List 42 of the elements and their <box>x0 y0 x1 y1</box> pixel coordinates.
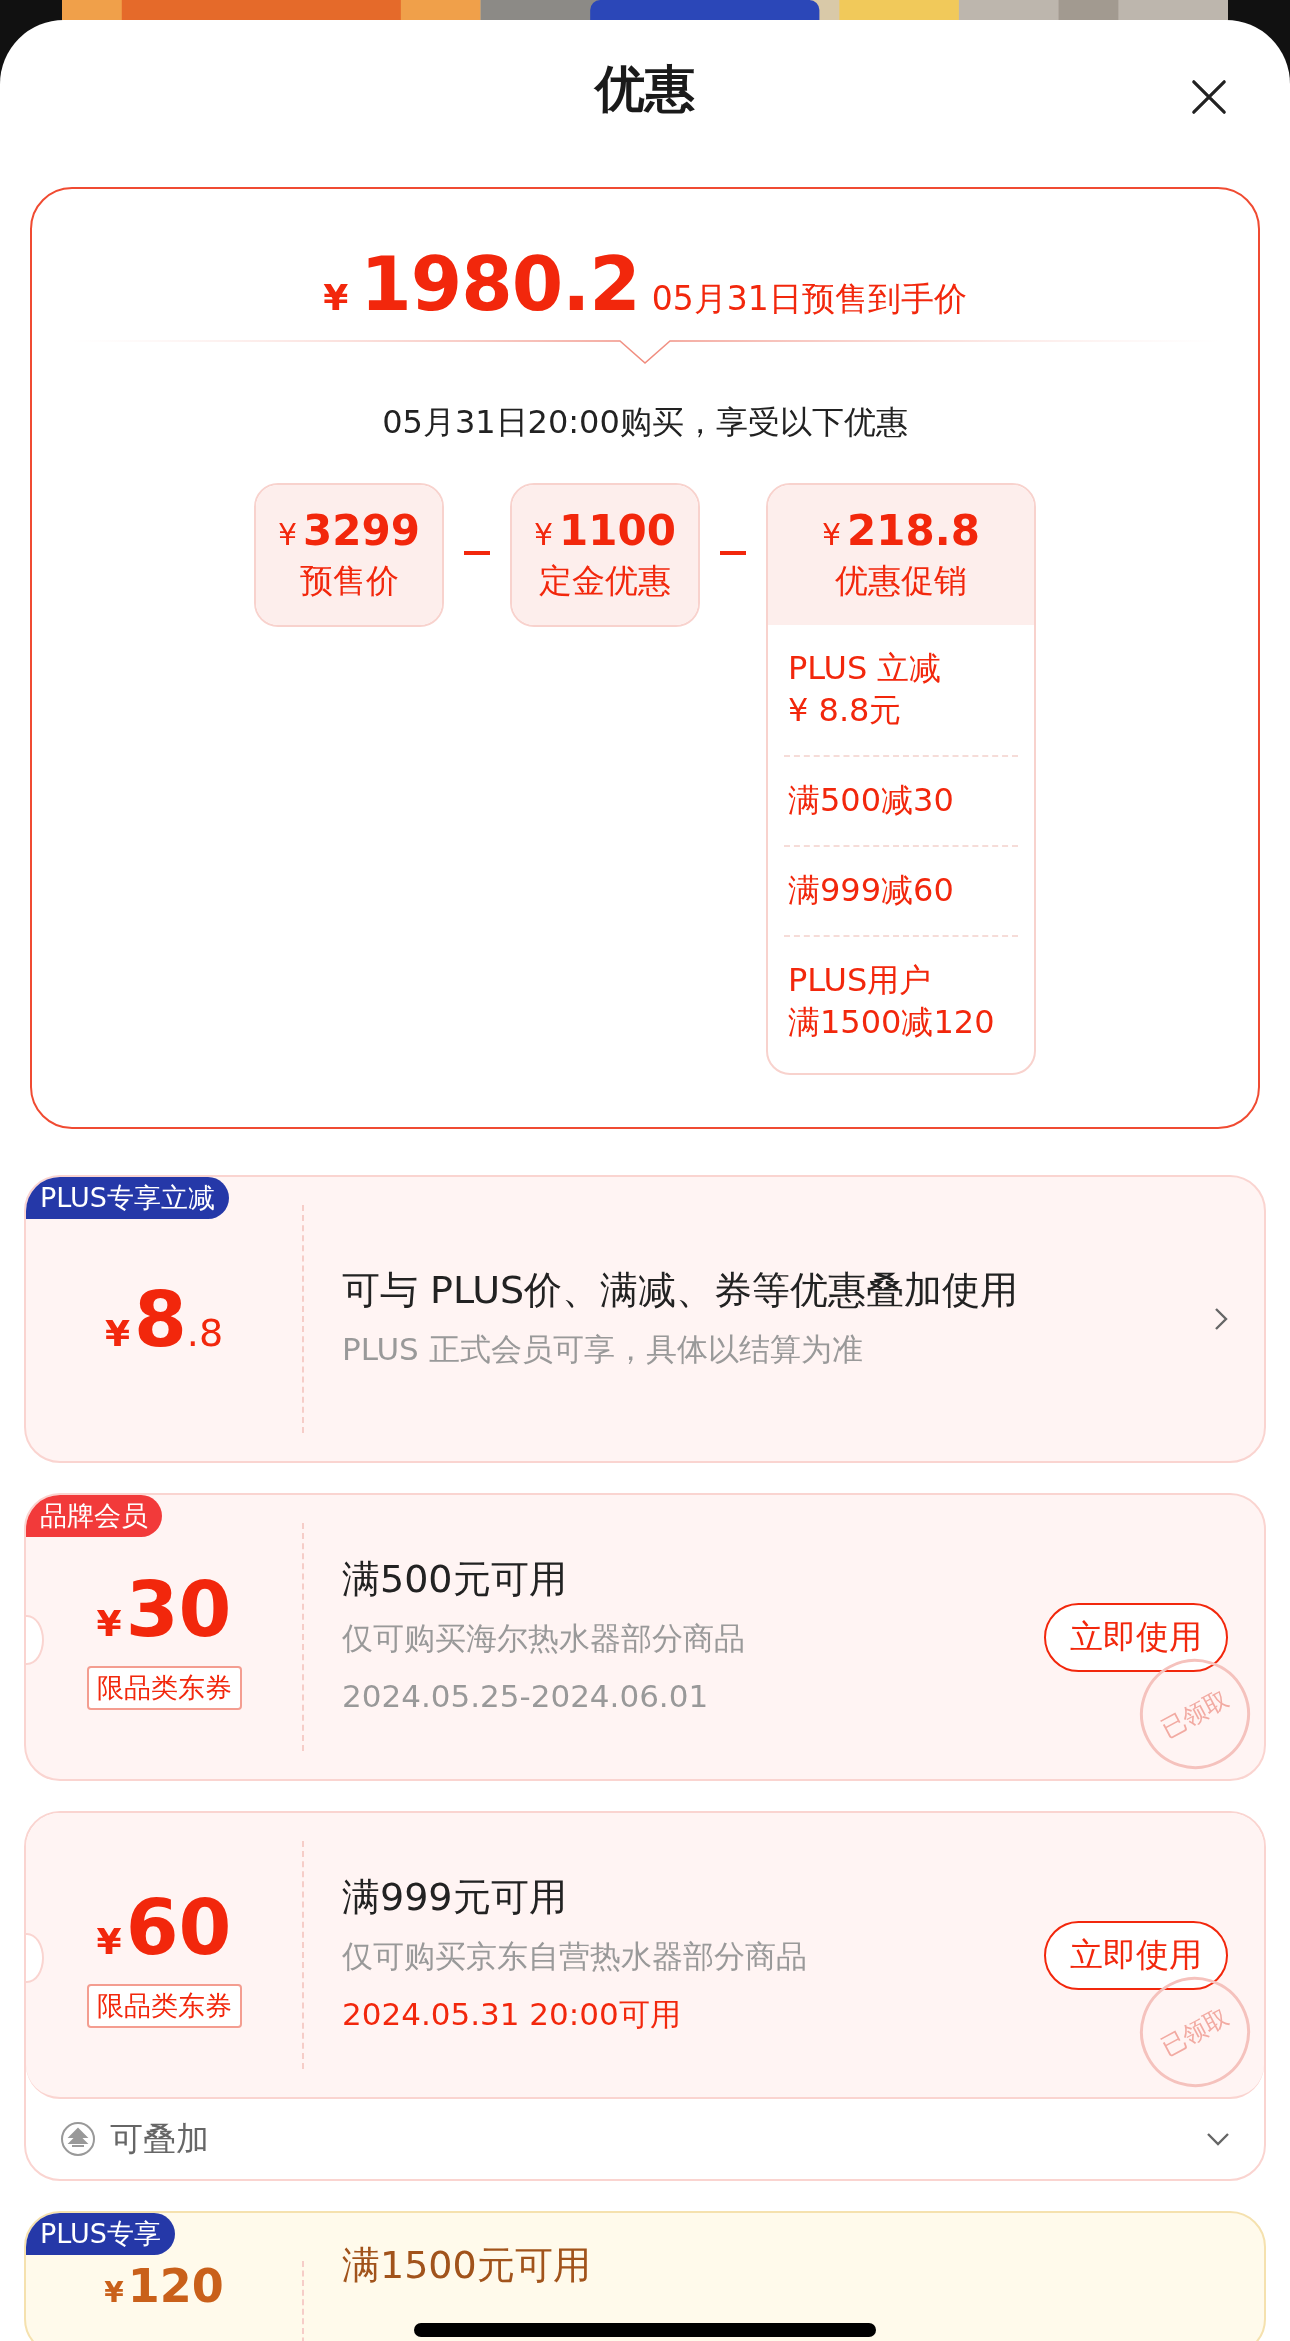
coupon-title: 可与 PLUS价、满减、券等优惠叠加使用 <box>342 1267 1020 1314</box>
coupon-amount: ¥60 <box>96 1882 232 1972</box>
coupon-badge: PLUS专享 <box>26 2213 175 2255</box>
coupon-amount: ¥8.8 <box>104 1274 224 1364</box>
coupon-validity: 2024.05.25-2024.06.01 <box>342 1677 710 1716</box>
use-now-button[interactable]: 立即使用 <box>1044 1602 1228 1672</box>
final-price: 1980.2 <box>360 241 640 327</box>
price-note: 05月31日预售到手价 <box>651 278 967 320</box>
minus-icon <box>720 551 746 555</box>
component-label: 定金优惠 <box>539 560 671 602</box>
chevron-right-icon[interactable] <box>1214 1307 1228 1331</box>
component-amount: ¥1100 <box>534 506 676 555</box>
component-amount: ¥218.8 <box>822 506 980 555</box>
purchase-note: 05月31日20:00购买，享受以下优惠 <box>382 402 908 443</box>
coupon-badge: 品牌会员 <box>26 1495 162 1537</box>
coupon-type-tag: 限品类东券 <box>86 1983 242 2028</box>
stack-icon <box>60 2121 96 2157</box>
coupon-title: 满999元可用 <box>342 1874 568 1921</box>
coupon-amount: ¥120 <box>104 2261 224 2315</box>
promotion-item: 满500减30 <box>784 757 1018 847</box>
component-label: 优惠促销 <box>835 560 967 602</box>
component-label: 预售价 <box>299 560 399 602</box>
coupon-description: 仅可购买京东自营热水器部分商品 <box>342 1937 808 1976</box>
component-amount: ¥3299 <box>278 506 420 555</box>
promotion-item: PLUS用户 满1500减120 <box>787 960 996 1043</box>
use-now-button[interactable]: 立即使用 <box>1044 1920 1228 1990</box>
promotion-item: 满999减60 <box>784 847 1018 937</box>
coupon-description: 仅可购买海尔热水器部分商品 <box>342 1619 746 1658</box>
sheet-title: 优惠 <box>595 59 695 120</box>
coupon-amount: ¥30 <box>96 1564 232 1654</box>
coupon-badge: PLUS专享立减 <box>26 1177 229 1219</box>
stackable-label: 可叠加 <box>110 2117 210 2160</box>
coupon-description: PLUS 正式会员可享，具体以结算为准 <box>342 1330 864 1369</box>
currency-symbol: ¥ <box>323 277 349 318</box>
minus-icon <box>464 551 490 555</box>
coupon-title: 满1500元可用 <box>342 2243 592 2287</box>
coupon-validity: 2024.05.31 20:00可用 <box>342 1995 682 2034</box>
promotion-item: PLUS 立减 ¥ 8.8元 <box>784 625 1018 757</box>
coupon-title: 满500元可用 <box>342 1556 568 1603</box>
coupon-type-tag: 限品类东券 <box>86 1665 242 1710</box>
close-icon[interactable] <box>1190 78 1228 116</box>
chevron-down-icon[interactable] <box>1206 2132 1230 2146</box>
